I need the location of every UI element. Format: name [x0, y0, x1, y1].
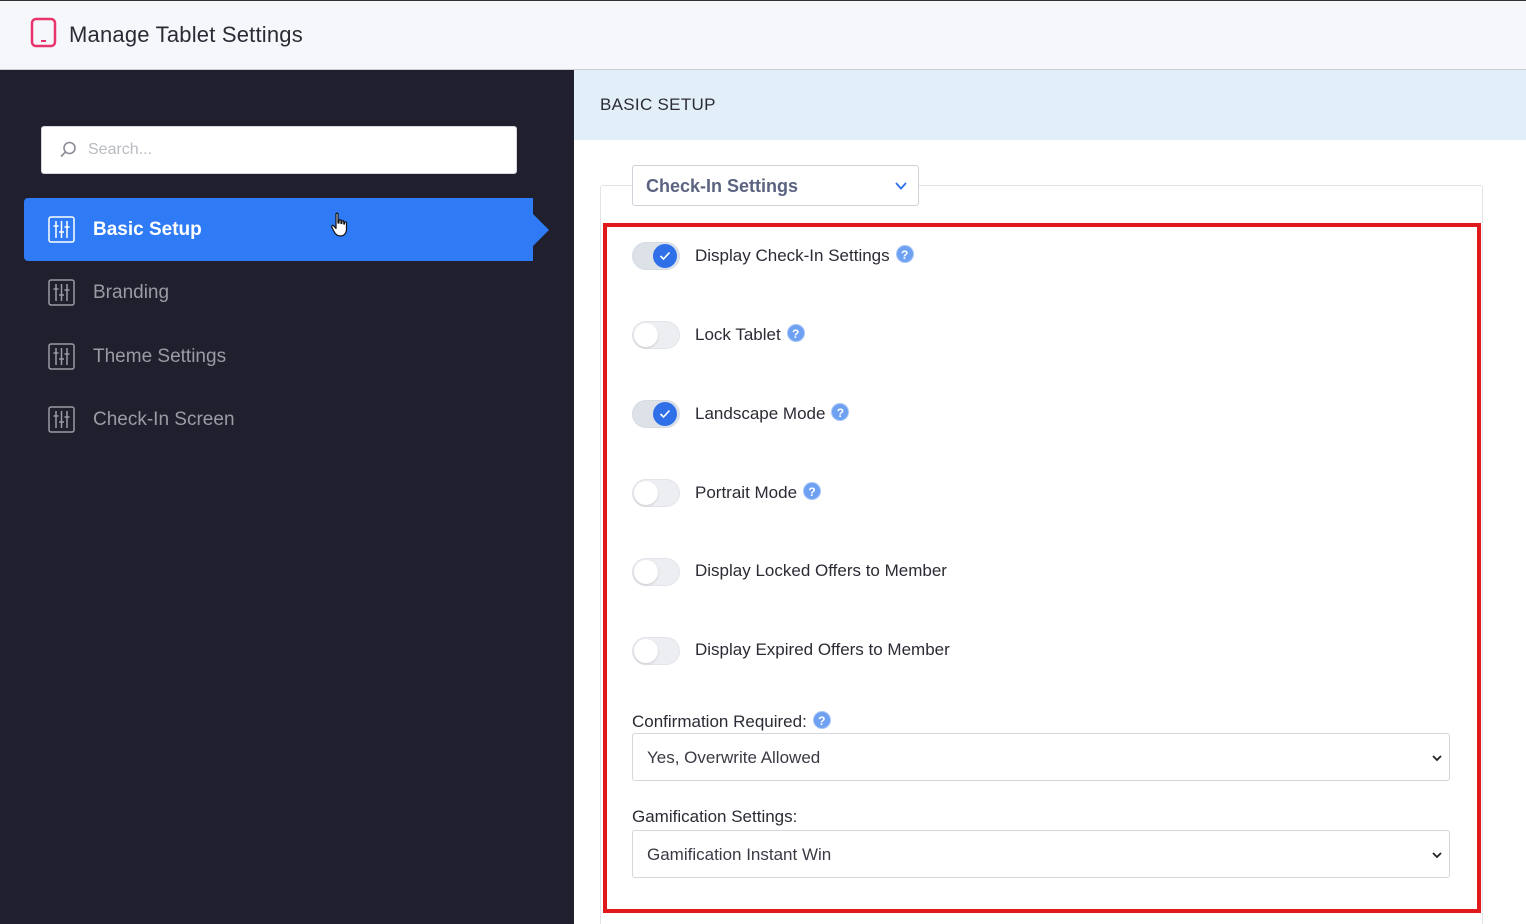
toggle-label: Display Check-In Settings — [695, 246, 890, 265]
sidebar-item-label: Theme Settings — [93, 345, 227, 367]
chevron-down-icon — [1432, 852, 1442, 859]
landscape-mode-toggle[interactable] — [632, 400, 680, 428]
lock-tablet-toggle[interactable] — [632, 321, 680, 349]
tablet-icon — [30, 17, 57, 48]
sidebar-item-basic-setup[interactable]: Basic Setup — [24, 198, 549, 261]
display-check-in-settings-toggle[interactable] — [632, 242, 680, 270]
display-expired-offers-toggle[interactable] — [632, 637, 680, 665]
help-icon[interactable]: ? — [803, 482, 822, 500]
toggle-label: Lock Tablet — [695, 325, 781, 344]
sidebar-item-check-in-screen[interactable]: Check-In Screen — [24, 388, 533, 451]
sliders-icon — [48, 216, 75, 243]
search-box[interactable] — [41, 126, 517, 174]
gamification-settings-label: Gamification Settings: — [632, 807, 798, 826]
toggle-label: Display Expired Offers to Member — [695, 640, 950, 659]
sliders-icon — [48, 343, 75, 370]
check-icon — [659, 251, 671, 261]
toggle-label: Landscape Mode — [695, 404, 826, 423]
search-icon — [60, 141, 76, 158]
help-icon[interactable]: ? — [812, 711, 831, 729]
sidebar-item-label: Branding — [93, 281, 170, 303]
field-label-text: Confirmation Required: — [632, 712, 807, 731]
display-locked-offers-toggle[interactable] — [632, 558, 680, 586]
page-title: Manage Tablet Settings — [69, 22, 303, 47]
sidebar-item-theme-settings[interactable]: Theme Settings — [24, 325, 533, 388]
sidebar-item-label: Basic Setup — [93, 218, 202, 240]
toggle-label: Portrait Mode — [695, 483, 798, 502]
sliders-icon — [48, 406, 75, 433]
settings-group-select[interactable]: Check-In Settings — [632, 165, 919, 206]
select-value: Gamification Instant Win — [647, 845, 832, 864]
main-content: BASIC SETUP Check-In Settings Display Ch… — [574, 70, 1526, 924]
section-title: BASIC SETUP — [600, 95, 716, 114]
portrait-mode-toggle[interactable] — [632, 479, 680, 507]
gamification-settings-select[interactable]: Gamification Instant Win — [632, 830, 1450, 878]
chevron-down-icon — [1432, 755, 1442, 762]
toggle-label: Display Locked Offers to Member — [695, 561, 947, 580]
sidebar-item-label: Check-In Screen — [93, 408, 235, 430]
chevron-down-icon — [895, 182, 907, 190]
confirmation-required-label: Confirmation Required:? — [632, 711, 831, 732]
sidebar: Basic Setup Branding Theme Settings — [0, 70, 574, 924]
section-header: BASIC SETUP — [574, 70, 1526, 140]
top-bar: Manage Tablet Settings — [0, 0, 1526, 70]
confirmation-required-select[interactable]: Yes, Overwrite Allowed — [632, 733, 1450, 781]
check-icon — [659, 409, 671, 419]
search-input[interactable] — [88, 127, 508, 173]
sidebar-item-branding[interactable]: Branding — [24, 261, 533, 324]
help-icon[interactable]: ? — [831, 403, 850, 421]
settings-group-value: Check-In Settings — [646, 176, 799, 196]
help-icon[interactable]: ? — [895, 245, 914, 263]
sliders-icon — [48, 279, 75, 306]
hand-cursor-icon — [331, 212, 348, 237]
select-value: Yes, Overwrite Allowed — [647, 748, 821, 767]
help-icon[interactable]: ? — [786, 324, 805, 342]
